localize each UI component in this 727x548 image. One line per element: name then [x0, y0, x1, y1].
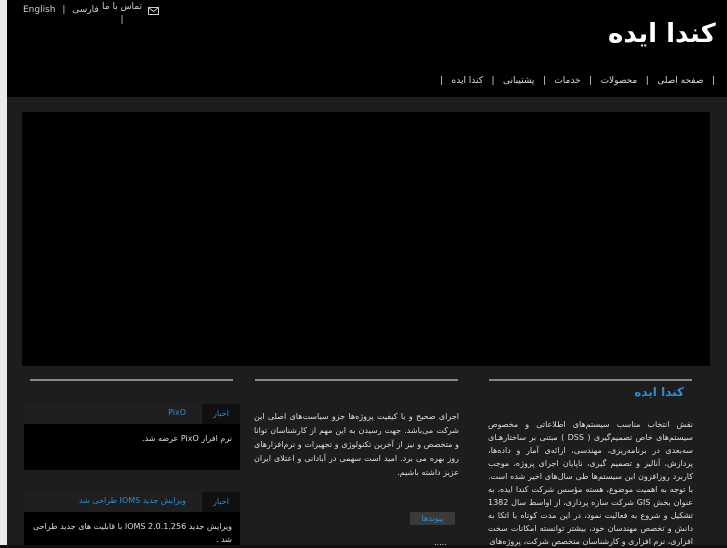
lang-farsi-link[interactable]: فارسی	[72, 5, 98, 15]
links-button[interactable]: پیوندها	[410, 512, 455, 525]
column-divider-right	[489, 379, 692, 381]
nav-separator: |	[542, 76, 546, 86]
links-extra: .....	[434, 538, 447, 547]
column-divider-left	[30, 379, 233, 381]
news-body: نرم افزار PixO عرضه شد.	[142, 434, 232, 443]
lang-english-link[interactable]: English	[23, 5, 56, 15]
news-tag[interactable]: اخبار	[202, 404, 240, 424]
contact-label: تماس با ما	[102, 2, 142, 12]
about-text: نقش‌ انتخاب‌ مناسب سیستم‌های اطلاعاتی و …	[488, 420, 694, 546]
language-switcher: English | فارسی	[21, 5, 101, 15]
news-header: اخبار PixO	[24, 404, 240, 424]
nav-item-services[interactable]: خدمات	[554, 76, 580, 86]
news-tag[interactable]: اخبار	[202, 492, 240, 512]
column-divider-middle	[255, 379, 458, 381]
nav-separator: |	[711, 76, 715, 86]
mail-icon[interactable]	[148, 7, 159, 15]
news-item: اخبار ویرایش جدید IOMS طراحی شد ویرایش ج…	[24, 492, 240, 545]
news-body: ویرایش جدید IOMS 2.0.1.256 با قابلیت های…	[32, 522, 232, 544]
main-nav: | صفحه اصلی | محصولات | خدمات | پشتیبانی…	[440, 76, 715, 86]
nav-item-home[interactable]: صفحه اصلی	[657, 76, 703, 86]
news-title[interactable]: ویرایش جدید IOMS طراحی شد	[79, 496, 186, 505]
nav-item-products[interactable]: محصولات	[601, 76, 638, 86]
news-header: اخبار ویرایش جدید IOMS طراحی شد	[24, 492, 240, 512]
middle-text: اجرای صحیح و با کیفیت پروژه‌ها جزو سیاست…	[254, 412, 459, 477]
news-title[interactable]: PixO	[168, 408, 186, 417]
nav-item-support[interactable]: پشتیبانی	[503, 76, 534, 86]
nav-separator: |	[440, 76, 444, 86]
nav-separator: |	[589, 76, 593, 86]
news-item: اخبار PixO نرم افزار PixO عرضه شد.	[24, 404, 240, 470]
nav-separator: |	[491, 76, 495, 86]
page-left-border	[0, 0, 7, 545]
contact-link[interactable]: تماس با ما |	[102, 1, 142, 27]
site-logo[interactable]: کندا ایده	[608, 19, 717, 49]
lang-separator: |	[62, 5, 66, 15]
banner-slideshow[interactable]	[22, 112, 710, 366]
nav-separator: |	[645, 76, 649, 86]
nav-item-about[interactable]: کندا ایده	[452, 76, 484, 86]
contact-separator: |	[120, 15, 124, 25]
about-title: کندا ایده	[634, 385, 684, 399]
header: English | فارسی تماس با ما | کندا ایده |…	[7, 0, 727, 97]
